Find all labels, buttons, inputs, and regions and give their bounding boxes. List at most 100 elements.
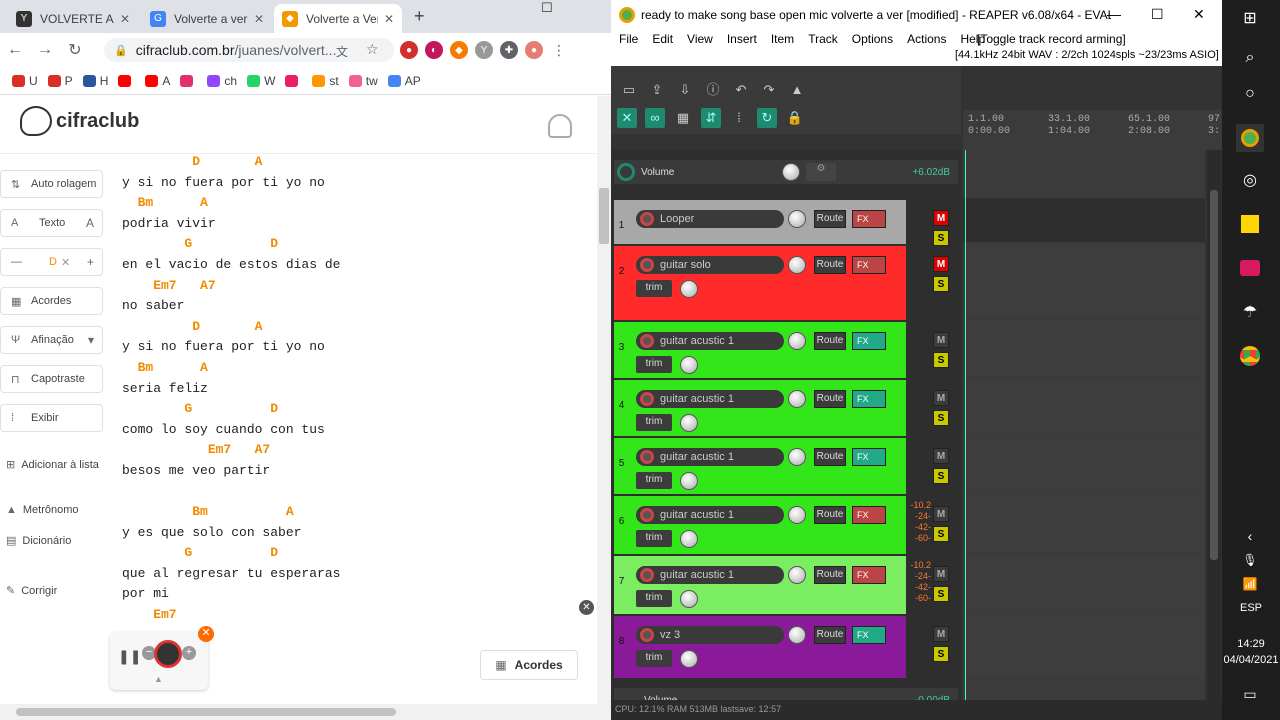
track-name[interactable]: guitar acustic 1: [636, 448, 784, 466]
track-lane[interactable]: [963, 614, 1205, 676]
mute-button[interactable]: M: [933, 626, 949, 642]
track-6[interactable]: 6 guitar acustic 1 Route FX trim: [614, 496, 906, 554]
chord-line[interactable]: Em7 A7: [122, 276, 340, 297]
fx-button[interactable]: FX: [852, 390, 886, 408]
mute-button[interactable]: M: [933, 256, 949, 272]
track-3[interactable]: 3 guitar acustic 1 Route FX trim: [614, 322, 906, 378]
record-arm-icon[interactable]: [640, 258, 654, 272]
tab-2[interactable]: G Volverte a ver ✕: [142, 4, 272, 33]
save-icon[interactable]: ⇩: [675, 80, 695, 100]
bookmark-4[interactable]: A: [145, 74, 170, 88]
player-close-icon[interactable]: ✕: [198, 626, 214, 642]
audio-info[interactable]: [44.1kHz 24bit WAV : 2/2ch 1024spls ~23/…: [955, 49, 1219, 61]
mute-button[interactable]: M: [933, 506, 949, 522]
bookmark-11[interactable]: AP: [387, 74, 421, 88]
bookmark-1[interactable]: P: [47, 74, 73, 88]
capo-button[interactable]: ⊓ Capotraste: [0, 365, 103, 393]
track-2[interactable]: 2 guitar solo Route FX trim: [614, 246, 906, 320]
scrollbar-thumb[interactable]: [599, 188, 609, 244]
minimize-icon[interactable]: —: [1107, 6, 1121, 22]
bookmark-7[interactable]: W: [247, 74, 275, 88]
record-arm-icon[interactable]: [640, 628, 654, 642]
track-5[interactable]: 5 guitar acustic 1 Route FX trim: [614, 438, 906, 494]
open-icon[interactable]: ⇪: [647, 80, 667, 100]
windows-start-icon[interactable]: ⊞: [1236, 4, 1264, 32]
envelope-icon[interactable]: ⁞: [729, 108, 749, 128]
chrome-icon[interactable]: [1236, 342, 1264, 370]
volume-knob[interactable]: [788, 448, 806, 466]
track-name[interactable]: guitar acustic 1: [636, 390, 784, 408]
forward-icon[interactable]: →: [30, 41, 60, 59]
pan-knob[interactable]: [680, 414, 698, 432]
link-icon[interactable]: ∞: [645, 108, 665, 128]
grid-icon[interactable]: ▦: [673, 108, 693, 128]
mute-button[interactable]: M: [933, 332, 949, 348]
bookmark-10[interactable]: tw: [348, 74, 378, 88]
volume-knob[interactable]: [788, 256, 806, 274]
solo-button[interactable]: S: [933, 230, 949, 246]
clock-date[interactable]: 04/04/2021: [1222, 654, 1280, 666]
fx-button[interactable]: FX: [852, 332, 886, 350]
menu-track[interactable]: Track: [808, 32, 838, 46]
arrange-view[interactable]: [963, 150, 1205, 700]
close-icon[interactable]: ✕: [1193, 6, 1205, 23]
track-lane[interactable]: [963, 494, 1205, 552]
solo-button[interactable]: S: [933, 410, 949, 426]
fx-button[interactable]: FX: [852, 448, 886, 466]
bookmark-5[interactable]: [180, 74, 197, 87]
chord-line[interactable]: G D: [122, 234, 340, 255]
volume-knob[interactable]: [788, 626, 806, 644]
clock-time[interactable]: 14:29: [1222, 638, 1280, 650]
track-lane[interactable]: [963, 244, 1205, 318]
record-arm-icon[interactable]: [640, 568, 654, 582]
bookmark-6[interactable]: ch: [207, 74, 237, 88]
volume-knob[interactable]: [788, 390, 806, 408]
volume-knob[interactable]: [788, 566, 806, 584]
chord-line[interactable]: Bm A: [122, 358, 340, 379]
menu-item[interactable]: Item: [771, 32, 794, 46]
route-button[interactable]: Route: [814, 332, 846, 350]
sticky-notes-icon[interactable]: [1236, 210, 1264, 238]
track-lane[interactable]: [963, 320, 1205, 376]
power-icon[interactable]: [617, 163, 635, 181]
trim-button[interactable]: trim: [636, 280, 672, 297]
maximize-icon[interactable]: ☐: [541, 0, 553, 16]
back-icon[interactable]: ←: [0, 41, 30, 59]
app-icon[interactable]: [1236, 254, 1264, 282]
master-volume-knob[interactable]: [782, 163, 800, 181]
metronome-icon[interactable]: ▲: [787, 80, 807, 100]
auto-scroll-button[interactable]: ⇅ Auto rolagem: [0, 170, 103, 198]
mute-button[interactable]: M: [933, 210, 949, 226]
trim-button[interactable]: trim: [636, 590, 672, 607]
track-name[interactable]: vz 3: [636, 626, 784, 644]
fx-button[interactable]: FX: [852, 566, 886, 584]
extension-icon[interactable]: ◐: [425, 41, 443, 59]
record-arm-icon[interactable]: [640, 508, 654, 522]
trim-button[interactable]: trim: [636, 356, 672, 373]
reaper-task-icon[interactable]: [1236, 124, 1264, 152]
minus-icon[interactable]: —: [11, 256, 25, 268]
info-icon[interactable]: ⓘ: [703, 80, 723, 100]
mute-button[interactable]: M: [933, 390, 949, 406]
app-icon[interactable]: ☂: [1236, 298, 1264, 326]
add-to-list-link[interactable]: ⊞ Adicionar à lista: [6, 458, 99, 472]
new-tab-icon[interactable]: +: [414, 6, 425, 27]
scrollbar-thumb[interactable]: [1210, 190, 1218, 560]
route-button[interactable]: Route: [814, 448, 846, 466]
input-language[interactable]: ESP: [1222, 602, 1280, 614]
pan-knob[interactable]: [680, 590, 698, 608]
fx-button[interactable]: FX: [852, 506, 886, 524]
display-button[interactable]: ⁞ Exibir: [0, 404, 103, 432]
plus-icon[interactable]: +: [87, 255, 94, 269]
menu-insert[interactable]: Insert: [727, 32, 757, 46]
volume-knob[interactable]: [788, 506, 806, 524]
mute-button[interactable]: M: [933, 566, 949, 582]
text-big-icon[interactable]: A: [86, 216, 94, 230]
solo-button[interactable]: S: [933, 586, 949, 602]
record-arm-icon[interactable]: [640, 334, 654, 348]
trim-button[interactable]: trim: [636, 414, 672, 431]
track-7[interactable]: 7 guitar acustic 1 Route FX trim: [614, 556, 906, 614]
redo-icon[interactable]: ↷: [759, 80, 779, 100]
trim-button[interactable]: trim: [636, 530, 672, 547]
menu-options[interactable]: Options: [852, 32, 893, 46]
